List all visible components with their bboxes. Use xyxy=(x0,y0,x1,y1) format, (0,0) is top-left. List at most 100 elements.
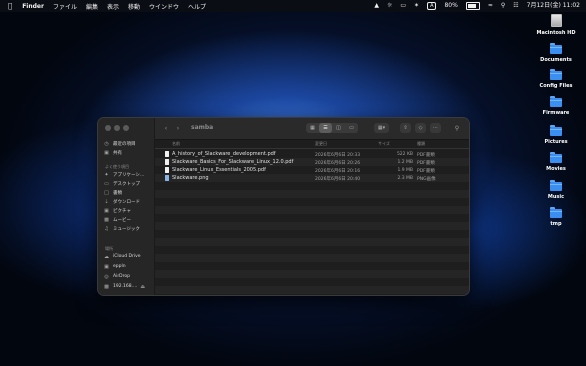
search-icon[interactable]: ⚲ xyxy=(501,0,505,12)
sidebar-item-label: アプリケーシ... xyxy=(113,172,145,178)
battery-percent[interactable]: 80% xyxy=(444,0,457,12)
file-size: 1.2 MB xyxy=(397,159,413,165)
tag-icon[interactable]: ◇ xyxy=(415,123,426,133)
menu-help[interactable]: ヘルプ xyxy=(188,2,206,11)
sidebar-item-applications[interactable]: ✦ アプリケーシ... xyxy=(103,170,144,179)
clock-icon: ◷ xyxy=(104,140,109,147)
file-name: Slackware.png xyxy=(172,175,209,181)
gallery-view-button[interactable]: ▭ xyxy=(345,123,358,133)
file-list: 名前 変更日 サイズ 種類 A_history_of_Slackware_dev… xyxy=(155,139,469,295)
display-icon[interactable]: ▭ xyxy=(400,0,406,12)
sidebar-item-downloads[interactable]: ⇣ ダウンロード xyxy=(103,197,140,206)
sidebar-item-airdrop[interactable]: ◎ AirDrop xyxy=(103,272,130,281)
search-icon[interactable]: ⚲ xyxy=(452,124,462,133)
sidebar-item-computer[interactable]: ▣ eppln xyxy=(103,262,125,271)
view-mode-group: ▦ ☰ ◫ ▭ xyxy=(306,123,358,133)
zoom-button[interactable] xyxy=(123,125,129,131)
desktop-item-macintosh-hd[interactable]: Macintosh HD xyxy=(526,14,586,36)
file-row[interactable]: Slackware_Basics_For_Slackware_Linux_12.… xyxy=(155,158,469,166)
toolbar: ‹ › samba ▦ ☰ ◫ ▭ ▦▾ ⇧ ◇ ⋯ ⚲ xyxy=(155,118,469,140)
pdf-file-icon xyxy=(165,167,169,173)
folder-icon xyxy=(550,125,562,136)
minimize-button[interactable] xyxy=(114,125,120,131)
file-size: 2.3 MB xyxy=(397,175,413,181)
column-view-button[interactable]: ◫ xyxy=(332,123,345,133)
sidebar-item-pictures[interactable]: ▣ ピクチャ xyxy=(103,206,131,215)
desktop-item-label: tmp xyxy=(550,221,562,227)
file-row[interactable]: Slackware_Linux_Essentials_2005.pdf 2026… xyxy=(155,166,469,174)
sidebar-item-desktop[interactable]: ▭ デスクトップ xyxy=(103,179,140,188)
image-file-icon xyxy=(165,175,169,181)
column-header-kind[interactable]: 種類 xyxy=(417,141,425,147)
sidebar-item-movies[interactable]: ▩ ムービー xyxy=(103,215,131,224)
wifi-icon[interactable]: ≈ xyxy=(488,0,493,12)
desktop-item-label: Macintosh HD xyxy=(536,30,576,36)
sidebar-item-icloud-drive[interactable]: ☁ iCloud Drive xyxy=(103,252,141,261)
empty-row xyxy=(155,206,469,214)
menu-edit[interactable]: 編集 xyxy=(86,2,98,11)
column-header-size[interactable]: サイズ xyxy=(378,141,390,147)
sidebar-item-network-share[interactable]: ▩ 192.168.... ⏏ xyxy=(103,282,145,291)
computer-icon: ▣ xyxy=(104,263,109,270)
battery-icon[interactable] xyxy=(465,2,480,10)
input-mode-icon[interactable]: A xyxy=(427,2,437,10)
desktop-item-label: Music xyxy=(547,194,565,200)
desktop-item-documents[interactable]: Documents xyxy=(526,43,586,63)
column-header-name[interactable]: 名前 xyxy=(172,141,180,147)
empty-row xyxy=(155,214,469,222)
desktop-item-music[interactable]: Music xyxy=(526,180,586,200)
desktop-item-config-files[interactable]: Config Files xyxy=(526,69,586,89)
sidebar-item-recents[interactable]: ◷ 最近の項目 xyxy=(103,139,135,148)
control-center-icon[interactable]: ☷ xyxy=(513,0,518,12)
back-button[interactable]: ‹ xyxy=(161,124,171,133)
empty-row xyxy=(155,230,469,238)
file-kind: PNG画像 xyxy=(417,176,436,182)
sidebar-item-label: 書類 xyxy=(113,190,122,196)
forward-button[interactable]: › xyxy=(173,124,183,133)
menu-file[interactable]: ファイル xyxy=(53,2,77,11)
eject-icon[interactable]: ⏏ xyxy=(140,284,145,290)
dropbox-icon[interactable]: ▲ xyxy=(374,0,379,12)
desktop-item-pictures[interactable]: Pictures xyxy=(526,125,586,145)
gamepad-icon[interactable]: ☼ xyxy=(387,0,392,12)
sidebar-item-music[interactable]: ♫ ミュージック xyxy=(103,224,140,233)
empty-row xyxy=(155,262,469,270)
desktop-item-tmp[interactable]: tmp xyxy=(526,207,586,227)
desktop-icon: ▭ xyxy=(104,180,109,187)
icon-view-button[interactable]: ▦ xyxy=(306,123,319,133)
movie-icon: ▩ xyxy=(104,216,109,223)
file-row[interactable]: A_history_of_Slackware_development.pdf 2… xyxy=(155,150,469,158)
sidebar-item-documents[interactable]: □ 書類 xyxy=(103,188,122,197)
file-size: 1.9 MB xyxy=(397,167,413,173)
share-icon[interactable]: ⇧ xyxy=(400,123,411,133)
network-icon: ▩ xyxy=(104,283,109,290)
column-header-date[interactable]: 変更日 xyxy=(315,141,327,147)
desktop-item-label: Documents xyxy=(540,57,572,63)
finder-window: ◷ 最近の項目 ▣ 共有 よく使う項目 ✦ アプリケーシ... ▭ デスクトップ… xyxy=(97,117,470,296)
folder-icon xyxy=(550,207,562,218)
empty-row xyxy=(155,270,469,278)
document-icon: □ xyxy=(104,189,109,196)
desktop-item-firmware[interactable]: Firmware xyxy=(526,96,586,116)
bluetooth-icon[interactable]: ✶ xyxy=(414,0,419,12)
empty-row xyxy=(155,198,469,206)
empty-row xyxy=(155,246,469,254)
list-view-button[interactable]: ☰ xyxy=(319,123,332,133)
menu-window[interactable]: ウインドウ xyxy=(149,2,179,11)
close-button[interactable] xyxy=(105,125,111,131)
menu-go[interactable]: 移動 xyxy=(128,2,140,11)
desktop-item-movies[interactable]: Movies xyxy=(526,152,586,172)
more-actions-icon[interactable]: ⋯ xyxy=(430,123,441,133)
sidebar-item-shared[interactable]: ▣ 共有 xyxy=(103,148,122,157)
pdf-file-icon xyxy=(165,159,169,165)
menu-clock[interactable]: 7月12日(金) 11:02 xyxy=(527,0,580,12)
menu-view[interactable]: 表示 xyxy=(107,2,119,11)
menu-app-finder[interactable]: Finder xyxy=(22,3,44,10)
file-name: A_history_of_Slackware_development.pdf xyxy=(172,151,276,157)
file-row[interactable]: Slackware.png 2026年6月6日 20:40 2.3 MB PNG… xyxy=(155,174,469,182)
sidebar-item-label: 192.168.... xyxy=(113,284,138,289)
airdrop-icon: ◎ xyxy=(104,273,109,280)
group-button[interactable]: ▦▾ xyxy=(374,123,389,133)
drive-icon xyxy=(550,14,562,27)
apple-menu-icon[interactable]:  xyxy=(8,2,12,10)
